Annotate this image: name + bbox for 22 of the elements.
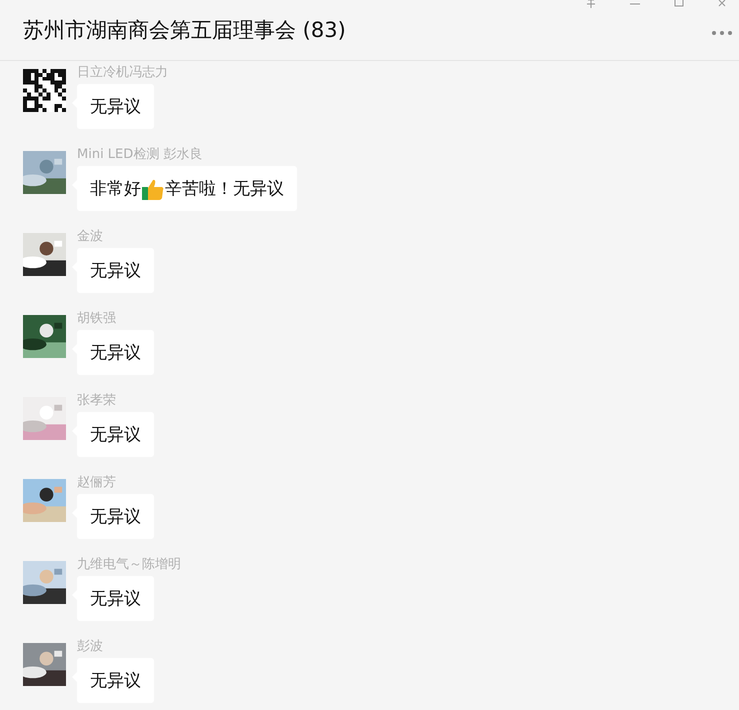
window-title: 苏州市湖南商会第五届理事会 (83) — [23, 17, 346, 44]
sender-name: 胡铁强 — [77, 311, 116, 327]
qr-code-icon[interactable] — [23, 69, 66, 112]
pin-icon[interactable] — [585, 0, 597, 8]
sender-name: 张孝荣 — [77, 393, 116, 409]
message-text: 无异议 — [90, 342, 141, 364]
sender-name: Mini LED检测 彭水良 — [77, 147, 202, 163]
message-text: 无异议 — [90, 260, 141, 282]
sender-name: 彭波 — [77, 639, 103, 655]
sender-name: 九维电气～陈增明 — [77, 557, 181, 573]
message-text: 无异议 — [90, 670, 141, 692]
sender-name: 日立冷机冯志力 — [77, 65, 168, 81]
sender-name: 金波 — [77, 229, 103, 245]
more-icon[interactable] — [711, 30, 733, 36]
maximize-icon[interactable] — [673, 0, 685, 8]
message-text: 无异议 — [90, 588, 141, 610]
message-text: 无异议 — [90, 96, 141, 118]
message-text: 非常好 — [90, 178, 141, 200]
message-text: 辛苦啦！无异议 — [165, 178, 284, 200]
sender-name: 赵俪芳 — [77, 475, 116, 491]
message-text: 无异议 — [90, 506, 141, 528]
message-text: 无异议 — [90, 424, 141, 446]
